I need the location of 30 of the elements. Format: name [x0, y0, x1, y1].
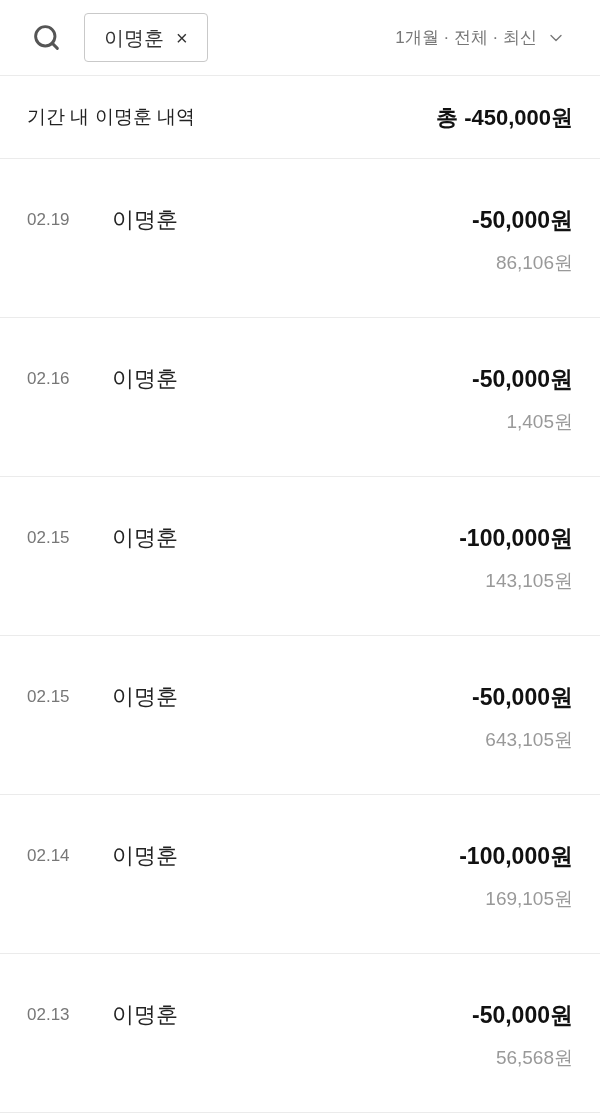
balance-text: 169,105원 [485, 886, 573, 911]
payee-name: 이명훈 [112, 842, 178, 870]
balance-text: 143,105원 [485, 568, 573, 593]
payee-name: 이명훈 [112, 206, 178, 234]
amount-text: -100,000원 [459, 524, 573, 553]
summary-total: 총 -450,000원 [436, 103, 573, 132]
date-text: 02.15 [27, 527, 71, 549]
balance-text: 86,106원 [495, 250, 573, 275]
amount-text: -100,000원 [459, 842, 573, 871]
date-text: 02.16 [27, 368, 71, 390]
amount-text: -50,000원 [472, 1001, 573, 1030]
amount-text: -50,000원 [472, 206, 573, 235]
search-query: 이명훈 [104, 25, 164, 51]
date-text: 02.14 [27, 845, 71, 867]
clear-button[interactable]: × [176, 27, 188, 48]
balance-text: 643,105원 [485, 727, 573, 752]
summary-label: 기간 내 이명훈 내역 [27, 104, 195, 129]
filter-dropdown[interactable]: 1개월 · 전체 · 최신 [395, 24, 566, 51]
payee-name: 이명훈 [112, 365, 178, 393]
payee-name: 이명훈 [112, 683, 178, 711]
amount-text: -50,000원 [472, 683, 573, 712]
date-text: 02.19 [27, 209, 71, 231]
balance-text: 1,405원 [506, 409, 573, 434]
balance-text: 56,568원 [495, 1045, 573, 1070]
payee-name: 이명훈 [112, 1001, 178, 1029]
date-text: 02.13 [27, 1004, 71, 1026]
search-icon[interactable] [32, 23, 61, 52]
date-text: 02.15 [27, 686, 71, 708]
payee-name: 이명훈 [112, 524, 178, 552]
amount-text: -50,000원 [472, 365, 573, 394]
